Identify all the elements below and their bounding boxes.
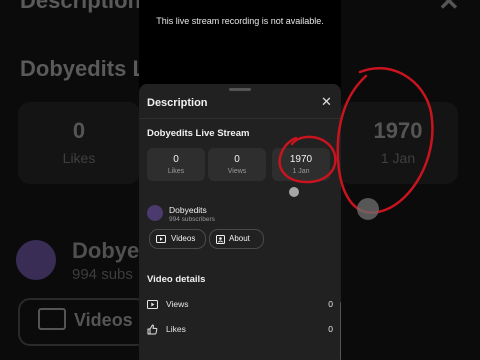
stat-views-value: 0 bbox=[234, 154, 240, 165]
scrollbar[interactable] bbox=[340, 302, 341, 360]
bg-header-title: Description bbox=[20, 0, 142, 13]
about-label: About bbox=[229, 234, 250, 243]
bg-play-box-icon bbox=[38, 308, 66, 330]
bg-year-value: 1970 bbox=[373, 118, 423, 143]
bg-date-label: 1 Jan bbox=[380, 150, 416, 166]
play-box-icon bbox=[156, 235, 166, 243]
videos-label: Videos bbox=[171, 234, 196, 243]
description-sheet: Description ✕ Dobyedits Live Stream 0 Li… bbox=[139, 84, 341, 360]
stat-likes-value: 0 bbox=[173, 154, 179, 165]
unavailable-message: This live stream recording is not availa… bbox=[156, 16, 324, 26]
detail-row-likes: Likes 0 bbox=[147, 323, 333, 337]
bg-avatar bbox=[16, 240, 56, 280]
stat-likes: 0 Likes bbox=[147, 148, 205, 181]
detail-label: Likes bbox=[166, 324, 186, 334]
bg-close-icon: ✕ bbox=[438, 0, 460, 16]
channel-name[interactable]: Dobyedits bbox=[169, 205, 207, 215]
sheet-title: Description bbox=[147, 97, 208, 109]
bg-likes-card: 0 Likes bbox=[18, 102, 140, 184]
play-box-icon bbox=[147, 300, 158, 309]
avatar[interactable] bbox=[147, 205, 163, 221]
bg-stream-title: Dobyedits L bbox=[20, 56, 146, 81]
divider bbox=[139, 118, 341, 119]
video-details-title: Video details bbox=[147, 274, 206, 285]
touch-indicator-bg bbox=[357, 198, 379, 220]
stat-views-label: Views bbox=[227, 168, 247, 175]
stat-likes-label: Likes bbox=[167, 168, 185, 175]
detail-label: Views bbox=[166, 299, 189, 309]
stream-title: Dobyedits Live Stream bbox=[147, 128, 250, 139]
drag-handle[interactable] bbox=[229, 88, 251, 91]
subscriber-count: 994 subscribers bbox=[169, 216, 215, 223]
stat-year-value: 1970 bbox=[289, 154, 313, 165]
videos-button[interactable]: Videos bbox=[149, 229, 206, 249]
bg-likes-value: 0 bbox=[72, 118, 86, 143]
detail-value: 0 bbox=[328, 324, 333, 334]
detail-value: 0 bbox=[328, 299, 333, 309]
person-icon bbox=[216, 235, 225, 244]
about-button[interactable]: About bbox=[209, 229, 264, 249]
bg-videos-label: Videos bbox=[74, 310, 133, 330]
close-icon[interactable]: ✕ bbox=[321, 95, 332, 108]
stat-views: 0 Views bbox=[208, 148, 266, 181]
thumbs-up-icon bbox=[147, 324, 158, 335]
stat-date: 1970 1 Jan bbox=[272, 148, 330, 181]
video-player[interactable]: This live stream recording is not availa… bbox=[139, 0, 341, 90]
bg-likes-label: Likes bbox=[62, 150, 96, 166]
bg-subscribers: 994 subs bbox=[72, 266, 133, 283]
stat-date-label: 1 Jan bbox=[292, 168, 310, 175]
detail-row-views: Views 0 bbox=[147, 298, 333, 312]
bg-date-card: 1970 1 Jan bbox=[338, 102, 458, 184]
